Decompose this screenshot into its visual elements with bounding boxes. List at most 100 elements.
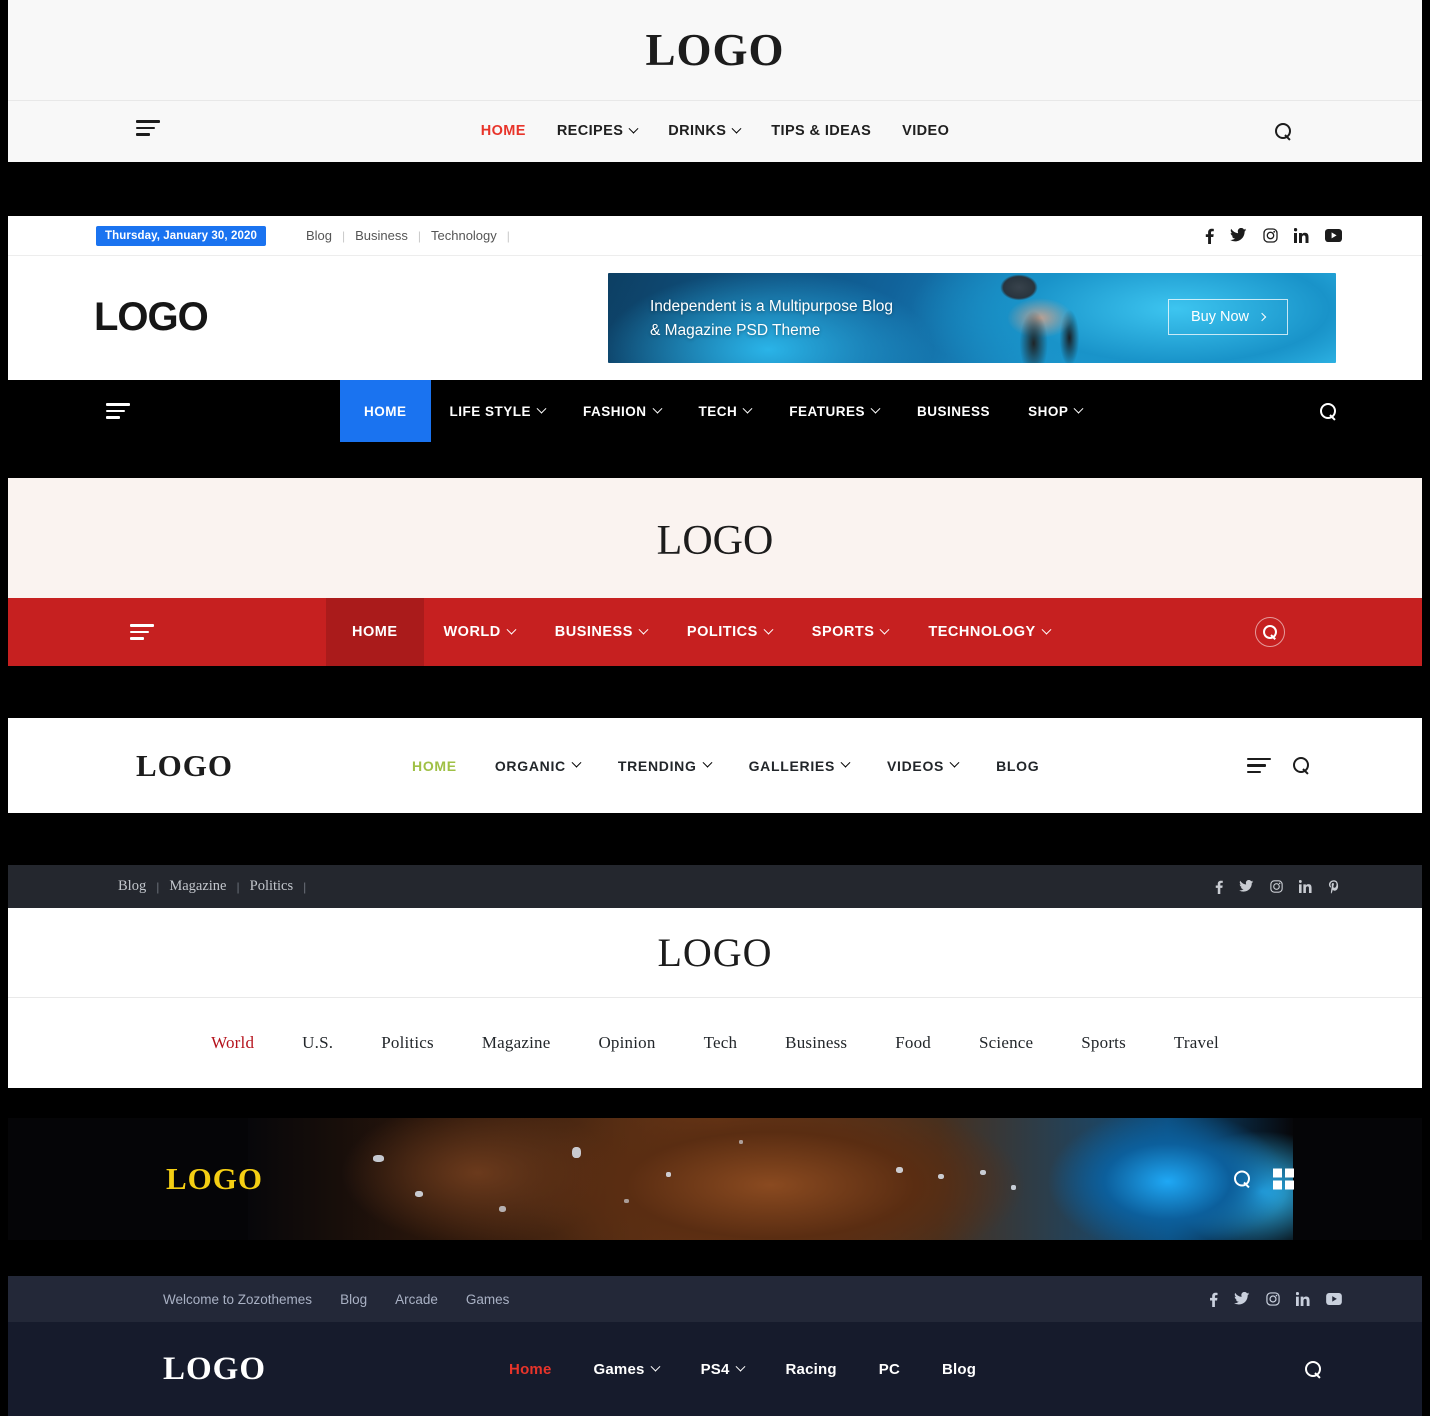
menu-item-pc[interactable]: PC (858, 1361, 921, 1378)
menu-link-fashion[interactable]: FASHION (583, 404, 647, 419)
menu-link-home[interactable]: HOME (412, 758, 457, 774)
site-logo[interactable]: LOGO (657, 517, 774, 565)
menu-link-tips-ideas[interactable]: TIPS & IDEAS (771, 123, 871, 139)
menu-link-politics[interactable]: Politics (381, 1033, 434, 1053)
menu-link-tech[interactable]: Tech (704, 1033, 738, 1053)
menu-item-organic[interactable]: ORGANIC (476, 758, 599, 774)
menu-item-sports[interactable]: SPORTS (792, 598, 909, 666)
menu-link-magazine[interactable]: Magazine (482, 1033, 551, 1053)
menu-link-home[interactable]: Home (509, 1361, 551, 1378)
twitter-icon[interactable] (1234, 1292, 1250, 1306)
menu-item-fashion[interactable]: FASHION (564, 380, 680, 442)
menu-item-blog[interactable]: BLOG (977, 758, 1058, 774)
menu-item-politics[interactable]: POLITICS (667, 598, 792, 666)
youtube-icon[interactable] (1326, 1293, 1342, 1305)
linkedin-icon[interactable] (1296, 1292, 1310, 1306)
youtube-icon[interactable] (1325, 229, 1342, 242)
menu-link-travel[interactable]: Travel (1174, 1033, 1219, 1053)
menu-item-tech[interactable]: Tech (680, 1033, 762, 1053)
site-logo[interactable]: LOGO (163, 1351, 266, 1388)
pinterest-icon[interactable] (1328, 879, 1340, 894)
topbar-link-blog[interactable]: Blog (340, 1292, 367, 1307)
menu-item-business[interactable]: BUSINESS (898, 380, 1009, 442)
instagram-icon[interactable] (1270, 880, 1283, 893)
menu-link-us[interactable]: U.S. (302, 1033, 333, 1053)
menu-link-sports[interactable]: SPORTS (812, 624, 875, 640)
site-logo[interactable]: LOGO (657, 929, 772, 976)
menu-item-travel[interactable]: Travel (1150, 1033, 1243, 1053)
menu-item-trending[interactable]: TRENDING (599, 758, 730, 774)
menu-item-blog[interactable]: Blog (921, 1361, 997, 1378)
menu-link-features[interactable]: FEATURES (789, 404, 865, 419)
menu-link-ps4[interactable]: PS4 (701, 1361, 730, 1378)
menu-item-magazine[interactable]: Magazine (458, 1033, 575, 1053)
instagram-icon[interactable] (1266, 1292, 1280, 1306)
twitter-icon[interactable] (1230, 228, 1247, 243)
menu-link-life-style[interactable]: LIFE STYLE (450, 404, 532, 419)
menu-item-us[interactable]: U.S. (278, 1033, 357, 1053)
facebook-icon[interactable] (1209, 1292, 1218, 1307)
menu-link-business[interactable]: Business (785, 1033, 847, 1053)
menu-link-drinks[interactable]: DRINKS (668, 123, 726, 139)
menu-link-blog[interactable]: Blog (942, 1361, 976, 1378)
menu-item-life-style[interactable]: LIFE STYLE (431, 380, 565, 442)
site-logo[interactable]: LOGO (94, 295, 209, 340)
menu-item-home[interactable]: HOME (326, 598, 424, 666)
search-icon[interactable] (1234, 1170, 1251, 1188)
menu-link-business[interactable]: BUSINESS (917, 404, 990, 419)
hamburger-menu-icon[interactable] (1247, 757, 1271, 774)
topbar-link-arcade[interactable]: Arcade (395, 1292, 438, 1307)
grid-icon[interactable] (1273, 1168, 1294, 1190)
menu-link-opinion[interactable]: Opinion (598, 1033, 655, 1053)
menu-item-world[interactable]: World (187, 1033, 278, 1053)
menu-item-tech[interactable]: TECH (680, 380, 771, 442)
menu-item-business[interactable]: BUSINESS (535, 598, 667, 666)
site-logo[interactable]: LOGO (166, 1161, 263, 1197)
menu-link-blog[interactable]: BLOG (996, 758, 1039, 774)
topbar-link-games[interactable]: Games (466, 1292, 510, 1307)
menu-link-pc[interactable]: PC (879, 1361, 900, 1378)
menu-link-organic[interactable]: ORGANIC (495, 758, 566, 774)
menu-link-tech[interactable]: TECH (699, 404, 738, 419)
menu-item-racing[interactable]: Racing (765, 1361, 858, 1378)
menu-link-recipes[interactable]: RECIPES (557, 123, 623, 139)
menu-item-video[interactable]: VIDEO (902, 123, 949, 139)
menu-link-technology[interactable]: TECHNOLOGY (928, 624, 1035, 640)
site-logo[interactable]: LOGO (645, 24, 784, 76)
menu-item-drinks[interactable]: DRINKS (668, 123, 742, 139)
menu-link-politics[interactable]: POLITICS (687, 624, 758, 640)
menu-item-politics[interactable]: Politics (357, 1033, 458, 1053)
menu-link-home[interactable]: HOME (352, 624, 398, 640)
menu-link-science[interactable]: Science (979, 1033, 1033, 1053)
topbar-link-blog[interactable]: Blog (296, 228, 342, 243)
menu-item-business[interactable]: Business (761, 1033, 871, 1053)
hamburger-menu-icon[interactable] (130, 624, 154, 640)
menu-item-home[interactable]: HOME (340, 380, 431, 442)
menu-link-galleries[interactable]: GALLERIES (749, 758, 835, 774)
topbar-link-politics[interactable]: Politics (240, 878, 304, 895)
site-logo[interactable]: LOGO (136, 748, 233, 784)
menu-item-home[interactable]: HOME (393, 758, 476, 774)
menu-link-trending[interactable]: TRENDING (618, 758, 697, 774)
topbar-link-technology[interactable]: Technology (421, 228, 507, 243)
menu-item-science[interactable]: Science (955, 1033, 1057, 1053)
menu-link-sports[interactable]: Sports (1081, 1033, 1126, 1053)
menu-item-home[interactable]: Home (488, 1361, 572, 1378)
linkedin-icon[interactable] (1294, 228, 1309, 243)
topbar-link-blog[interactable]: Blog (108, 878, 156, 895)
menu-link-home[interactable]: HOME (364, 404, 407, 419)
menu-item-tips-ideas[interactable]: TIPS & IDEAS (771, 123, 871, 139)
menu-link-games[interactable]: Games (594, 1361, 645, 1378)
topbar-link-magazine[interactable]: Magazine (159, 878, 236, 895)
menu-link-videos[interactable]: VIDEOS (887, 758, 944, 774)
hamburger-menu-icon[interactable] (106, 403, 130, 419)
menu-item-opinion[interactable]: Opinion (574, 1033, 679, 1053)
menu-item-galleries[interactable]: GALLERIES (730, 758, 868, 774)
menu-link-shop[interactable]: SHOP (1028, 404, 1068, 419)
menu-link-business[interactable]: BUSINESS (555, 624, 633, 640)
menu-item-sports[interactable]: Sports (1057, 1033, 1150, 1053)
menu-item-videos[interactable]: VIDEOS (868, 758, 977, 774)
buy-now-button[interactable]: Buy Now (1167, 298, 1288, 335)
menu-item-shop[interactable]: SHOP (1009, 380, 1101, 442)
advertisement-banner[interactable]: Independent is a Multipurpose Blog & Mag… (608, 272, 1336, 363)
